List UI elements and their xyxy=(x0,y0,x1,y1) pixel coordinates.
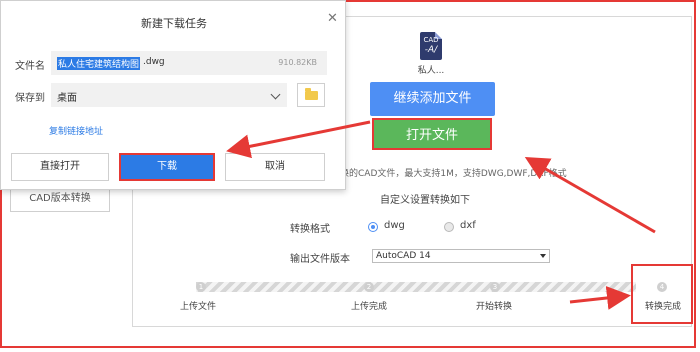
step-3-dot: 3 xyxy=(490,282,500,292)
support-text: 换的CAD文件，最大支持1M，支持DWG,DWF,DXF格式 xyxy=(340,169,567,179)
step-1-dot: 1 xyxy=(196,282,206,292)
step-4-highlight-box xyxy=(631,264,693,324)
save-path-value: 桌面 xyxy=(57,93,77,104)
step-2-label: 上传完成 xyxy=(351,302,388,312)
filename-selected-text: 私人住宅建筑结构图 xyxy=(57,57,141,70)
download-button[interactable]: 下载 xyxy=(119,153,215,181)
chevron-down-icon xyxy=(270,89,281,100)
filename-extension: .dwg xyxy=(143,57,165,67)
version-label: 输出文件版本 xyxy=(290,254,350,265)
format-option-dwg: dwg xyxy=(384,220,405,231)
dropdown-arrow-icon xyxy=(540,254,546,258)
download-dialog: 新建下载任务 ✕ 文件名 私人住宅建筑结构图 .dwg 910.82KB 保存到… xyxy=(0,0,346,190)
copy-link-address[interactable]: 复制链接地址 xyxy=(49,124,103,137)
step-2-dot: 2 xyxy=(364,282,374,292)
format-label: 转换格式 xyxy=(290,224,330,235)
format-option-dxf: dxf xyxy=(460,220,476,231)
filename-label: 文件名 xyxy=(15,61,45,72)
cad-file-icon-symbol: -A/ xyxy=(424,45,438,55)
filename-field[interactable]: 私人住宅建筑结构图 .dwg 910.82KB xyxy=(51,51,327,75)
continue-add-file-button[interactable]: 继续添加文件 xyxy=(370,82,495,116)
direct-open-button[interactable]: 直接打开 xyxy=(11,153,109,181)
cad-file-icon-text: CAD xyxy=(423,36,439,44)
step-3-label: 开始转换 xyxy=(476,302,513,312)
save-path-select[interactable]: 桌面 xyxy=(51,83,287,107)
cancel-button[interactable]: 取消 xyxy=(225,153,325,181)
version-select[interactable]: AutoCAD 14 xyxy=(372,249,550,263)
version-select-value: AutoCAD 14 xyxy=(376,251,431,261)
close-icon[interactable]: ✕ xyxy=(327,11,338,26)
folder-icon xyxy=(305,88,318,100)
open-file-button[interactable]: 打开文件 xyxy=(372,118,492,150)
browse-folder-button[interactable] xyxy=(297,83,325,107)
cad-file-icon: CAD -A/ xyxy=(420,32,442,60)
progress-track xyxy=(196,282,636,292)
step-1-label: 上传文件 xyxy=(180,302,217,312)
uploaded-file-name: 私人... xyxy=(417,66,445,76)
settings-title: 自定义设置转换如下 xyxy=(380,195,470,206)
format-radio-dxf[interactable] xyxy=(444,222,454,232)
format-radio-dwg[interactable] xyxy=(368,222,378,232)
file-size: 910.82KB xyxy=(278,58,317,67)
dialog-title: 新建下载任务 xyxy=(141,17,207,30)
save-to-label: 保存到 xyxy=(15,93,45,104)
